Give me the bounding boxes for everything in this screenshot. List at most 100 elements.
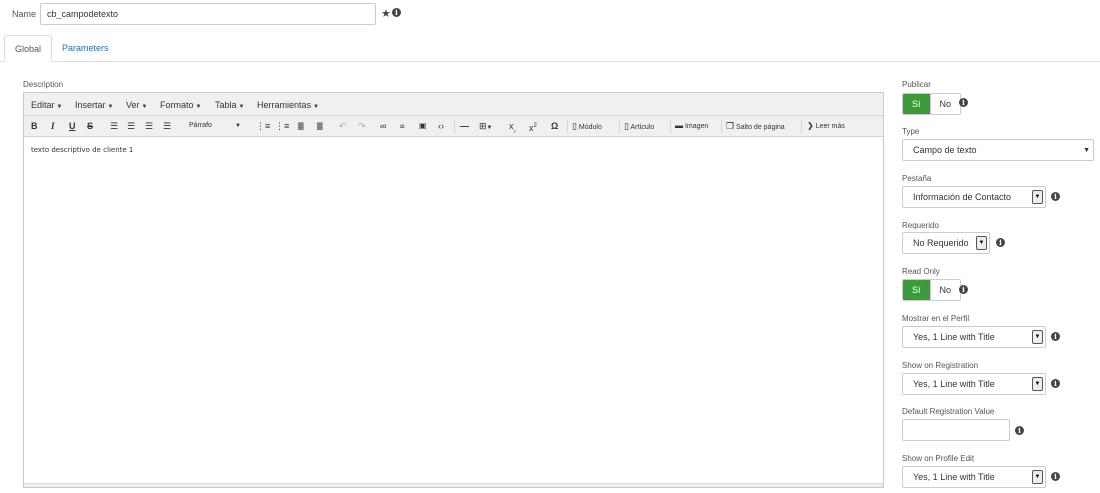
tabs-divider (0, 61, 1100, 62)
menu-ver[interactable]: Ver ▼ (126, 100, 147, 110)
editor-toolbar: B I U S ☰ ☰ ☰ ☰ Párrafo ▼ ⋮≡ ⋮≡ ≣ ≣ ↶ ↷ … (24, 116, 883, 137)
info-icon[interactable]: i (1051, 332, 1060, 341)
tab-parameters[interactable]: Parameters (52, 35, 119, 62)
name-input[interactable] (40, 3, 376, 25)
default-registration-input[interactable] (902, 419, 1010, 441)
caret-down-icon: ▼ (56, 104, 63, 110)
type-select[interactable]: Campo de texto ▼ (902, 139, 1094, 161)
info-icon[interactable]: i (959, 98, 968, 107)
align-right-icon[interactable]: ☰ (145, 121, 153, 131)
salto-button[interactable]: ❐ Salto de página (726, 122, 785, 132)
tab-global[interactable]: Global (4, 35, 53, 62)
name-label: Name (12, 9, 37, 19)
show-registration-label: Show on Registration (902, 361, 979, 370)
bullet-list-icon[interactable]: ⋮≡ (256, 121, 270, 131)
link-icon[interactable]: ∞ (380, 121, 386, 131)
menu-herramientas[interactable]: Herramientas ▼ (257, 100, 319, 110)
info-icon[interactable]: i (1051, 379, 1060, 388)
show-profile-edit-label: Show on Profile Edit (902, 454, 975, 463)
document-icon: ❐ (726, 121, 735, 131)
info-icon[interactable]: i (959, 285, 968, 294)
leer-mas-button[interactable]: ❯ Leer más (807, 122, 845, 131)
publicar-off-button[interactable]: No (929, 94, 961, 114)
align-justify-icon[interactable]: ☰ (163, 121, 171, 131)
info-icon[interactable]: i (392, 8, 401, 17)
undo-icon[interactable]: ↶ (339, 121, 347, 131)
mostrar-perfil-label: Mostrar en el Perfil (902, 314, 970, 323)
align-center-icon[interactable]: ☰ (127, 121, 135, 131)
outdent-icon[interactable]: ≣ (297, 121, 305, 131)
superscript-icon[interactable]: x2 (529, 121, 537, 133)
strikethrough-icon[interactable]: S (87, 121, 93, 131)
default-registration-label: Default Registration Value (902, 407, 995, 416)
image-icon: ▬ (675, 121, 683, 130)
pestana-label: Pestaña (902, 174, 932, 183)
document-icon: ▯ (624, 121, 629, 131)
menu-editar[interactable]: Editar ▼ (31, 100, 62, 110)
menu-tabla[interactable]: Tabla ▼ (215, 100, 244, 110)
caret-down-icon[interactable]: ▼ (235, 122, 241, 130)
read-only-on-button[interactable]: Sí (903, 280, 930, 300)
editor-content[interactable]: texto descriptivo de cliente 1 (31, 146, 133, 154)
info-icon[interactable]: i (1015, 426, 1024, 435)
image-icon[interactable]: ▣ (419, 121, 427, 131)
caret-down-icon: ▼ (195, 104, 202, 110)
description-label: Description (23, 80, 64, 89)
articulo-button[interactable]: ▯ Artículo (624, 122, 654, 132)
indent-icon[interactable]: ≣ (316, 121, 324, 131)
requerido-label: Requerido (902, 221, 939, 230)
requerido-select[interactable]: No Requerido ▼ (902, 232, 990, 254)
info-icon[interactable]: i (996, 238, 1005, 247)
underline-icon[interactable]: U (69, 121, 76, 131)
publicar-toggle[interactable]: Sí No (902, 93, 962, 115)
document-icon: ▯ (572, 121, 577, 131)
horizontal-rule-icon[interactable]: — (460, 121, 469, 131)
menu-insertar[interactable]: Insertar ▼ (75, 100, 113, 110)
imagen-button[interactable]: ▬ Imagen (675, 122, 708, 131)
toolbar-separator (670, 120, 671, 133)
read-only-off-button[interactable]: No (929, 280, 961, 300)
caret-down-icon: ▼ (1032, 377, 1043, 391)
show-profile-edit-select[interactable]: Yes, 1 Line with Title ▼ (902, 466, 1046, 488)
description-editor: Editar ▼ Insertar ▼ Ver ▼ Formato ▼ Tabla ▼ H… (23, 92, 884, 488)
toolbar-separator (454, 120, 455, 133)
type-label: Type (902, 127, 920, 136)
caret-down-icon: ▼ (107, 104, 114, 110)
toolbar-separator (801, 120, 802, 133)
omega-icon[interactable]: Ω (551, 121, 558, 131)
read-only-toggle[interactable]: Sí No (902, 279, 962, 301)
format-select[interactable]: Párrafo (189, 122, 212, 130)
redo-icon[interactable]: ↷ (358, 121, 366, 131)
publicar-on-button[interactable]: Sí (903, 94, 930, 114)
checkmark-icon: ❯ (807, 121, 814, 130)
editor-menubar: Editar ▼ Insertar ▼ Ver ▼ Formato ▼ Tabla ▼ H… (24, 93, 883, 116)
modulo-button[interactable]: ▯ Módulo (572, 122, 602, 132)
caret-down-icon: ▼ (1032, 470, 1043, 484)
table-icon[interactable]: ⊞▼ (479, 121, 493, 133)
info-icon[interactable]: i (1051, 192, 1060, 201)
mostrar-perfil-select[interactable]: Yes, 1 Line with Title ▼ (902, 326, 1046, 348)
bold-icon[interactable]: B (31, 121, 38, 131)
show-registration-select[interactable]: Yes, 1 Line with Title ▼ (902, 373, 1046, 395)
info-icon[interactable]: i (1051, 472, 1060, 481)
italic-icon[interactable]: I (51, 121, 55, 131)
star-icon: ★ (381, 8, 391, 20)
toolbar-separator (619, 120, 620, 133)
read-only-label: Read Only (902, 267, 940, 276)
caret-down-icon: ▼ (1083, 147, 1090, 154)
subscript-icon[interactable]: x₂ (509, 121, 516, 136)
caret-down-icon: ▼ (976, 236, 987, 250)
numbered-list-icon[interactable]: ⋮≡ (275, 121, 289, 131)
pestana-select[interactable]: Información de Contacto ▼ (902, 186, 1046, 208)
publicar-label: Publicar (902, 80, 931, 89)
align-left-icon[interactable]: ☰ (110, 121, 118, 131)
toolbar-separator (567, 120, 568, 133)
editor-statusbar (24, 483, 883, 487)
unlink-icon[interactable]: ∝ (399, 121, 405, 131)
caret-down-icon: ▼ (1032, 330, 1043, 344)
code-icon[interactable]: ‹› (438, 121, 444, 131)
caret-down-icon: ▼ (141, 104, 148, 110)
caret-down-icon: ▼ (1032, 190, 1043, 204)
menu-formato[interactable]: Formato ▼ (160, 100, 201, 110)
caret-down-icon: ▼ (313, 104, 319, 110)
